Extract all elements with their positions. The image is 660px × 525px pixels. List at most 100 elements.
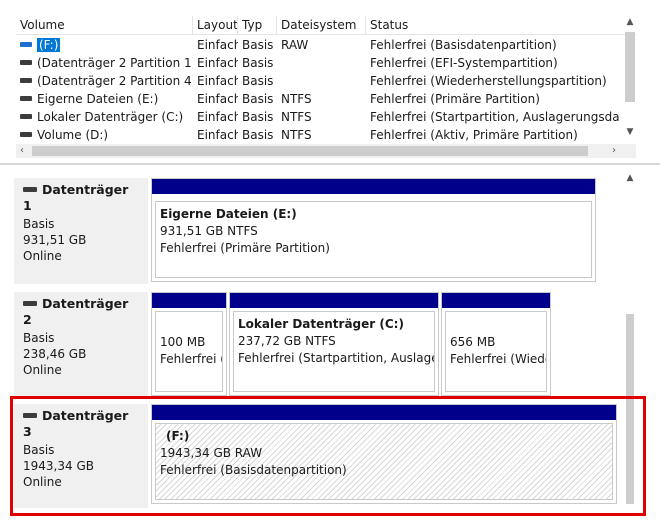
- disk-state: Online: [23, 249, 62, 263]
- column-header-dateisystem[interactable]: Dateisystem: [277, 16, 366, 34]
- volume-list-vertical-scrollbar[interactable]: ▲ ▼: [624, 16, 636, 144]
- disk-drive-icon: [20, 42, 32, 47]
- partition-size: 100 MB: [160, 335, 206, 349]
- partition-status: Fehlerfrei (Primäre Partition): [160, 241, 330, 255]
- partition-status: Fehlerfrei (: [160, 352, 223, 366]
- partition-bar: [442, 293, 550, 308]
- partition-name: Eigerne Dateien (E:): [160, 207, 297, 221]
- volume-cell: Eigerne Dateien (E:): [16, 90, 193, 108]
- layout-cell: Einfach: [197, 56, 238, 70]
- partition-size: 237,72 GB NTFS: [238, 334, 336, 348]
- scroll-down-icon[interactable]: ▼: [624, 126, 636, 138]
- layout-cell: Einfach: [197, 38, 238, 52]
- disk-size: 238,46 GB: [23, 347, 87, 361]
- fs-cell: [277, 72, 366, 90]
- volume-name: Eigerne Dateien (E:): [37, 92, 159, 106]
- partition-status: Fehlerfrei (Startpartition, Auslageri: [238, 351, 435, 365]
- table-row[interactable]: (F:) Einfach Basis RAW Fehlerfrei (Basis…: [16, 36, 636, 54]
- volume-name: (Datenträger 2 Partition 4): [37, 74, 193, 88]
- partition-block[interactable]: Eigerne Dateien (E:) 931,51 GB NTFS Fehl…: [151, 178, 596, 282]
- scroll-left-icon[interactable]: ‹: [16, 144, 28, 158]
- status-cell: Fehlerfrei (Primäre Partition): [370, 92, 540, 106]
- layout-cell: Einfach: [197, 92, 238, 106]
- disk-name: Datenträger 2: [23, 296, 129, 327]
- disk-drive-icon: [23, 301, 37, 306]
- column-header-typ[interactable]: Typ: [238, 16, 277, 34]
- disk-title: Datenträger 1: [23, 182, 139, 214]
- volume-cell: Volume (D:): [16, 126, 193, 144]
- fs-cell: NTFS: [281, 128, 312, 142]
- partition-name: Lokaler Datenträger (C:): [238, 317, 404, 331]
- partition-body: Lokaler Datenträger (C:) 237,72 GB NTFS …: [233, 311, 435, 392]
- volume-name: (Datenträger 2 Partition 1): [37, 56, 193, 70]
- partition-body: 100 MB Fehlerfrei (: [155, 311, 223, 392]
- volume-list[interactable]: Volume Layout Typ Dateisystem Status (F:…: [0, 0, 660, 162]
- status-cell: Fehlerfrei (Basisdatenpartition): [370, 38, 557, 52]
- partition-block[interactable]: 100 MB Fehlerfrei (: [151, 292, 227, 396]
- disk-drive-icon: [20, 114, 32, 119]
- volume-name: Lokaler Datenträger (C:): [37, 110, 184, 124]
- status-cell: Fehlerfrei (EFI-Systempartition): [370, 56, 558, 70]
- scroll-up-icon[interactable]: ▲: [624, 16, 636, 28]
- volume-cell: (Datenträger 2 Partition 1): [16, 54, 193, 72]
- partition-bar: [230, 293, 438, 308]
- scroll-right-icon[interactable]: ›: [608, 144, 620, 158]
- partition-block[interactable]: Lokaler Datenträger (C:) 237,72 GB NTFS …: [229, 292, 439, 396]
- column-header-status[interactable]: Status: [366, 16, 636, 34]
- fs-cell: NTFS: [281, 110, 312, 124]
- disk-drive-icon: [20, 60, 32, 65]
- disk-type: Basis: [23, 217, 55, 231]
- scrollbar-thumb[interactable]: [32, 146, 588, 156]
- scrollbar-corner: [620, 144, 636, 158]
- disk-drive-icon: [20, 78, 32, 83]
- typ-cell: Basis: [242, 56, 274, 70]
- highlight-frame: [10, 396, 646, 516]
- partition-size: 656 MB: [450, 335, 496, 349]
- disk-name: Datenträger 1: [23, 182, 129, 213]
- disk-info[interactable]: Datenträger 2 Basis 238,46 GB Online: [14, 292, 148, 398]
- disk-type: Basis: [23, 331, 55, 345]
- disk-size: 931,51 GB: [23, 233, 87, 247]
- fs-cell: [277, 54, 366, 72]
- column-header-row: Volume Layout Typ Dateisystem Status: [16, 16, 636, 35]
- scrollbar-thumb[interactable]: [625, 32, 635, 102]
- typ-cell: Basis: [242, 128, 274, 142]
- volume-name: (F:): [37, 38, 61, 52]
- status-cell: Fehlerfrei (Wiederherstellungspartition): [370, 74, 607, 88]
- partition-size: 931,51 GB NTFS: [160, 224, 258, 238]
- volume-list-horizontal-scrollbar[interactable]: ‹ ›: [16, 144, 620, 158]
- disk-info[interactable]: Datenträger 1 Basis 931,51 GB Online: [14, 178, 148, 284]
- layout-cell: Einfach: [197, 110, 238, 124]
- status-cell: Fehlerfrei (Aktiv, Primäre Partition): [370, 128, 578, 142]
- disk-row-2: Datenträger 2 Basis 238,46 GB Online 100…: [14, 292, 620, 398]
- disk-drive-icon: [20, 132, 32, 137]
- disk-title: Datenträger 2: [23, 296, 139, 328]
- column-header-layout[interactable]: Layout: [193, 16, 238, 34]
- partition-status: Fehlerfrei (Wiede: [450, 352, 547, 366]
- status-cell: Fehlerfrei (Startpartition, Auslagerungs…: [370, 110, 620, 124]
- layout-cell: Einfach: [197, 74, 238, 88]
- table-row[interactable]: Volume (D:) Einfach Basis NTFS Fehlerfre…: [16, 126, 636, 144]
- partition-block[interactable]: 656 MB Fehlerfrei (Wiede: [441, 292, 551, 396]
- typ-cell: Basis: [242, 92, 274, 106]
- volume-cell: (F:): [16, 36, 193, 54]
- layout-cell: Einfach: [197, 128, 238, 142]
- table-row[interactable]: Lokaler Datenträger (C:) Einfach Basis N…: [16, 108, 636, 126]
- table-row[interactable]: (Datenträger 2 Partition 1) Einfach Basi…: [16, 54, 636, 72]
- typ-cell: Basis: [242, 74, 274, 88]
- volume-cell: Lokaler Datenträger (C:): [16, 108, 193, 126]
- column-header-volume[interactable]: Volume: [16, 16, 193, 34]
- partition-body: 656 MB Fehlerfrei (Wiede: [445, 311, 547, 392]
- disk-drive-icon: [23, 187, 37, 192]
- scroll-up-icon[interactable]: ▲: [624, 172, 636, 184]
- volume-cell: (Datenträger 2 Partition 4): [16, 72, 193, 90]
- partition-bar: [152, 293, 226, 308]
- table-row[interactable]: Eigerne Dateien (E:) Einfach Basis NTFS …: [16, 90, 636, 108]
- fs-cell: NTFS: [281, 92, 312, 106]
- partition-body: Eigerne Dateien (E:) 931,51 GB NTFS Fehl…: [155, 201, 592, 278]
- pane-divider[interactable]: [0, 163, 660, 165]
- disk-row-1: Datenträger 1 Basis 931,51 GB Online Eig…: [14, 178, 620, 284]
- table-row[interactable]: (Datenträger 2 Partition 4) Einfach Basi…: [16, 72, 636, 90]
- disk-drive-icon: [20, 96, 32, 101]
- typ-cell: Basis: [242, 38, 274, 52]
